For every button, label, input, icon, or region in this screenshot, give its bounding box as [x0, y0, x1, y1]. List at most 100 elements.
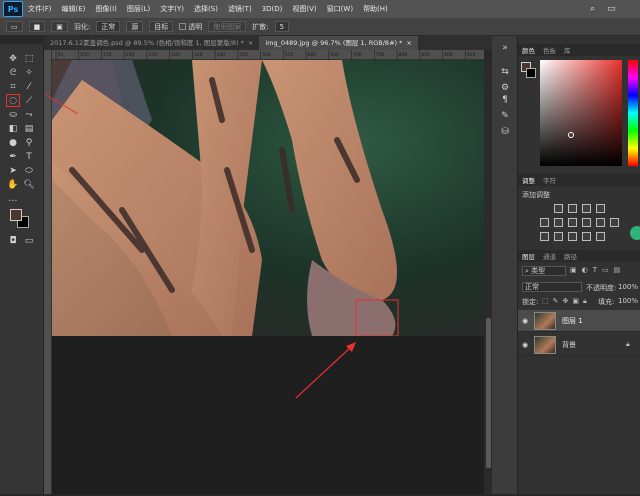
target-button[interactable]: 目标: [149, 21, 174, 32]
type-filter-icon[interactable]: T: [593, 266, 597, 274]
vibrance-icon[interactable]: [540, 218, 549, 227]
fill-input[interactable]: 100%: [618, 297, 638, 305]
menu-3d[interactable]: 3D(D): [257, 5, 288, 13]
crop-tool-icon[interactable]: ⌗: [6, 80, 20, 93]
menu-window[interactable]: 窗口(W): [322, 4, 358, 14]
menu-filter[interactable]: 滤镜(T): [223, 4, 257, 14]
tab-psd-document[interactable]: 2017.6.12素盖调色.psd @ 89.5% (色相/饱和度 1, 图层蒙…: [44, 36, 259, 50]
eraser-tool-icon[interactable]: ◧: [6, 122, 20, 135]
history-icon[interactable]: ⇆: [499, 66, 511, 78]
blend-mode-select[interactable]: 正常: [522, 282, 582, 292]
move-tool-icon[interactable]: ✥: [6, 52, 20, 65]
lock-all-icon[interactable]: 🔒︎: [583, 297, 587, 306]
workspace-icon[interactable]: ▭: [607, 4, 616, 14]
levels-icon[interactable]: [568, 204, 577, 213]
menu-image[interactable]: 图像(I): [90, 4, 122, 14]
checkbox-icon[interactable]: [179, 23, 187, 30]
exposure-icon[interactable]: [596, 204, 605, 213]
photo-filter-icon[interactable]: [596, 218, 605, 227]
more-tools-icon[interactable]: …: [6, 192, 20, 205]
menu-help[interactable]: 帮助(H): [358, 4, 393, 14]
lasso-tool-icon[interactable]: ᘓ: [6, 66, 20, 79]
color-picker-field[interactable]: [540, 60, 622, 166]
marquee-tool-icon[interactable]: ⬚: [22, 52, 36, 65]
menu-file[interactable]: 文件(F): [23, 4, 57, 14]
source-button[interactable]: 源: [126, 21, 144, 32]
close-icon[interactable]: ×: [406, 39, 411, 47]
selection-add-icon[interactable]: ▣: [51, 21, 68, 32]
eye-icon[interactable]: ◉: [522, 341, 528, 349]
brightness-icon[interactable]: [554, 204, 563, 213]
hand-tool-icon[interactable]: ✋: [6, 178, 20, 191]
close-icon[interactable]: ×: [248, 39, 253, 47]
layer-row-layer1[interactable]: ◉ 图层 1: [518, 310, 640, 332]
hue-saturation-icon[interactable]: [554, 218, 563, 227]
menu-view[interactable]: 视图(V): [287, 4, 321, 14]
invert-icon[interactable]: [540, 232, 549, 241]
pen-tool-icon[interactable]: ✒: [6, 150, 20, 163]
tab-layers[interactable]: 图层: [522, 251, 535, 261]
use-pattern-button[interactable]: 使用图案: [208, 21, 247, 32]
tab-channels[interactable]: 通道: [543, 251, 556, 261]
menu-select[interactable]: 选择(S): [189, 4, 223, 14]
properties-icon[interactable]: ⚙: [499, 82, 511, 94]
diffusion-input[interactable]: 5: [274, 21, 290, 32]
tab-color[interactable]: 颜色: [522, 45, 535, 55]
tool-preset-icon[interactable]: ▭: [6, 21, 23, 32]
path-select-tool-icon[interactable]: ➤: [6, 164, 20, 177]
brush-tool-icon[interactable]: ⟋: [22, 94, 36, 107]
tab-adjustments[interactable]: 调整: [522, 175, 535, 185]
collapse-icon[interactable]: »: [499, 42, 511, 54]
shape-tool-icon[interactable]: ⬭: [22, 164, 36, 177]
selection-new-icon[interactable]: ■: [28, 21, 46, 32]
opacity-input[interactable]: 100%: [618, 283, 638, 291]
layer-filter-select[interactable]: ⌕ 类型: [522, 266, 566, 276]
gradient-map-icon[interactable]: [582, 232, 591, 241]
zoom-tool-icon[interactable]: 🔍︎: [22, 178, 36, 191]
type-tool-icon[interactable]: T: [22, 150, 36, 163]
eyedropper-tool-icon[interactable]: ⁄: [22, 80, 36, 93]
eye-icon[interactable]: ◉: [522, 317, 528, 325]
pixel-filter-icon[interactable]: ▣: [570, 266, 577, 274]
tab-paths[interactable]: 路径: [564, 251, 577, 261]
panel-background-swatch[interactable]: [526, 68, 536, 78]
lock-artboard-icon[interactable]: ▣: [572, 297, 579, 306]
channel-mixer-icon[interactable]: [610, 218, 619, 227]
menu-layer[interactable]: 图层(L): [122, 4, 155, 14]
threshold-icon[interactable]: [568, 232, 577, 241]
clone-source-icon[interactable]: ⛁: [499, 126, 511, 138]
mode-select[interactable]: 正常: [96, 21, 121, 32]
hue-slider[interactable]: [628, 60, 638, 166]
search-icon[interactable]: ⌕: [590, 4, 595, 14]
screen-mode-icon[interactable]: ▭: [22, 234, 36, 247]
menu-type[interactable]: 文字(Y): [155, 4, 189, 14]
magic-wand-tool-icon[interactable]: ✧: [22, 66, 36, 79]
layer-row-background[interactable]: ◉ 背景 🔒︎: [518, 334, 640, 356]
lock-pixels-icon[interactable]: ✎: [553, 297, 559, 306]
tab-jpg-document[interactable]: img_0489.jpg @ 96.7% (图层 1, RGB/8#) * ×: [259, 36, 418, 50]
floating-badge[interactable]: [630, 226, 640, 240]
lock-transparent-icon[interactable]: ⬚: [542, 297, 549, 306]
gradient-tool-icon[interactable]: ▤: [22, 122, 36, 135]
lock-position-icon[interactable]: ✥: [563, 297, 569, 306]
smart-filter-icon[interactable]: ▤: [614, 266, 621, 274]
color-picker-cursor[interactable]: [568, 132, 574, 138]
tab-character[interactable]: 字符: [543, 175, 556, 185]
patch-tool-icon[interactable]: ◌: [6, 94, 20, 107]
transparent-checkbox[interactable]: 透明: [179, 22, 202, 32]
adjustment-filter-icon[interactable]: ◐: [582, 266, 588, 274]
tab-swatches[interactable]: 色板: [543, 45, 556, 55]
history-brush-tool-icon[interactable]: ⤳: [22, 108, 36, 121]
document-canvas[interactable]: [52, 60, 484, 336]
blur-tool-icon[interactable]: ●: [6, 136, 20, 149]
curves-icon[interactable]: [582, 204, 591, 213]
dodge-tool-icon[interactable]: ⚲: [22, 136, 36, 149]
selective-color-icon[interactable]: [596, 232, 605, 241]
color-balance-icon[interactable]: [568, 218, 577, 227]
black-white-icon[interactable]: [582, 218, 591, 227]
shape-filter-icon[interactable]: ▭: [602, 266, 609, 274]
paragraph-icon[interactable]: ¶: [499, 94, 511, 106]
quick-mask-icon[interactable]: ◘: [6, 234, 20, 247]
posterize-icon[interactable]: [554, 232, 563, 241]
stamp-tool-icon[interactable]: ⛀: [6, 108, 20, 121]
